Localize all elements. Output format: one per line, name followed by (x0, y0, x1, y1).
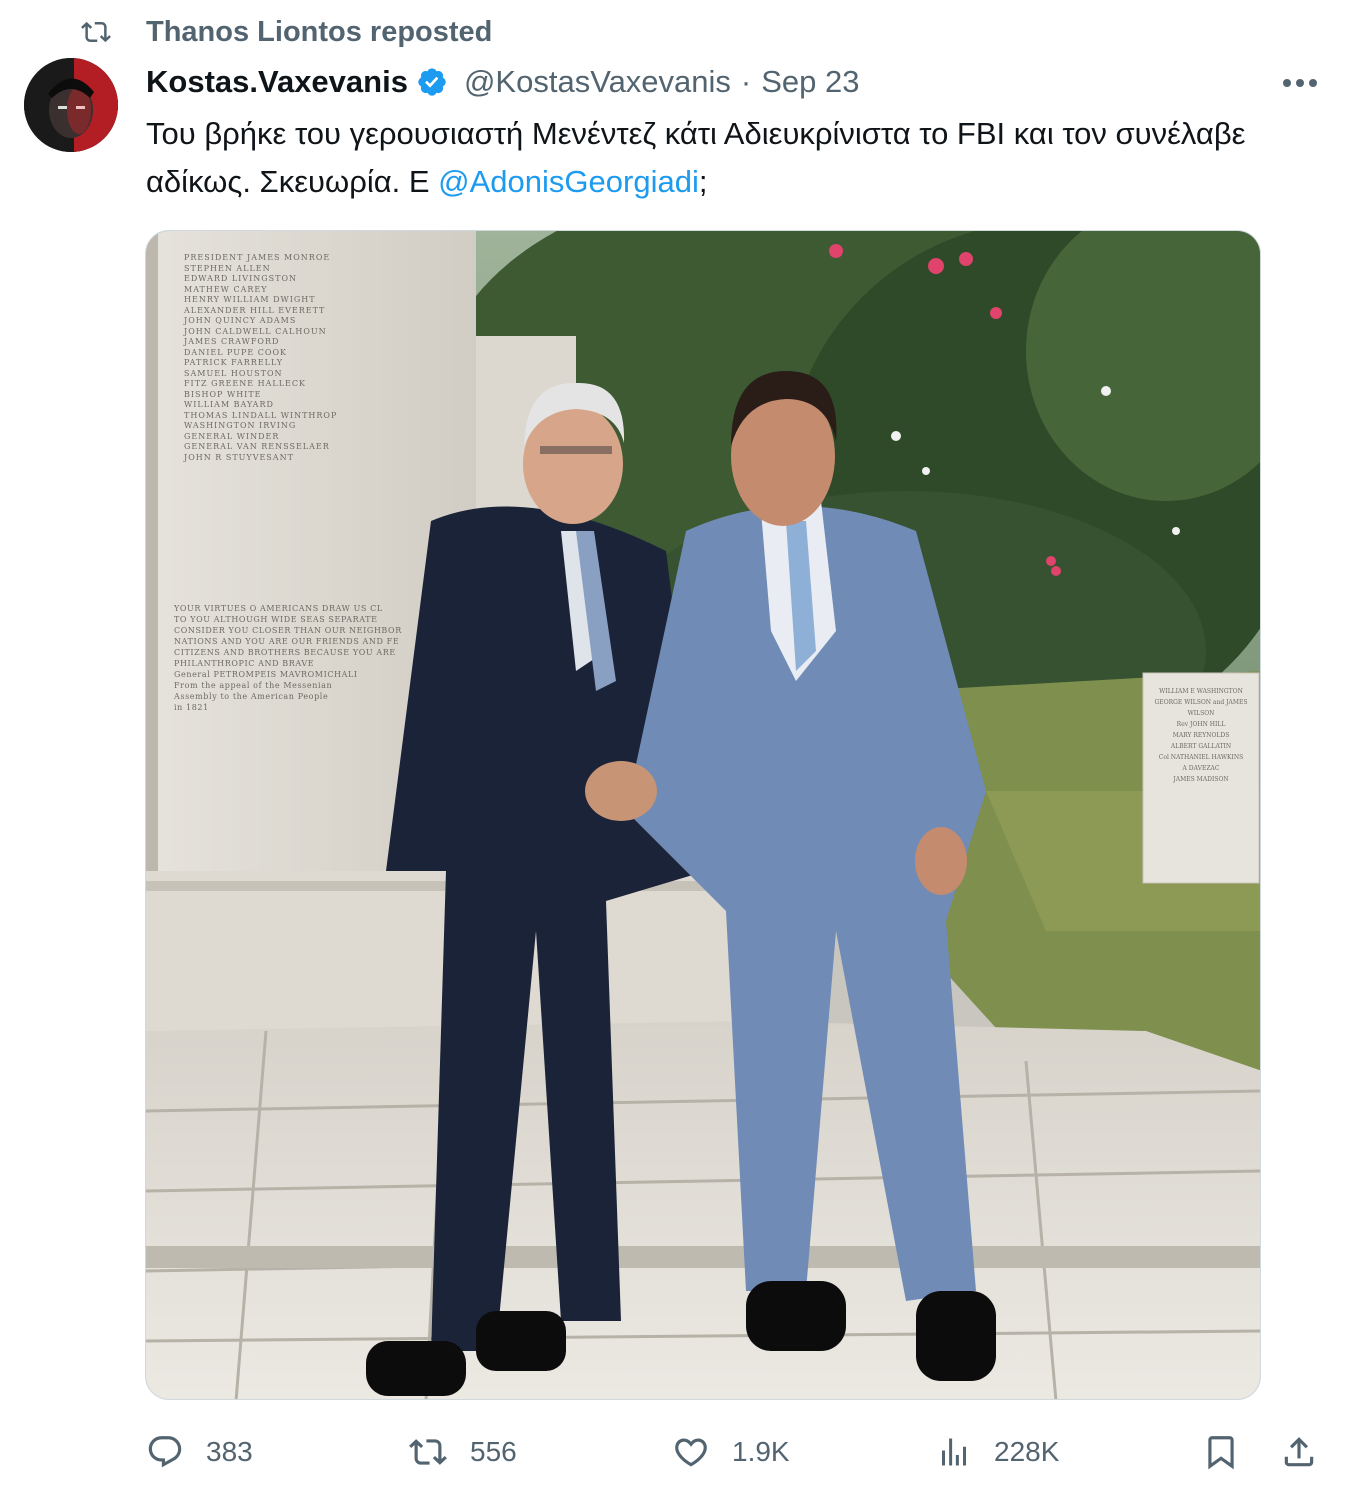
inscription-line: PRESIDENT JAMES MONROE (184, 253, 331, 262)
inscription-line: MATHEW CAREY (184, 284, 268, 294)
inscription-line: JAMES CRAWFORD (184, 337, 280, 346)
inscription-line: JOHN R STUYVESANT (184, 452, 294, 462)
small-stone-lines: WILLIAM E WASHINGTON GEORGE WILSON and JA… (1146, 686, 1256, 785)
repost-icon (78, 14, 118, 50)
inscription-line: A DAVEZAC (1182, 765, 1220, 772)
bookmark-button[interactable] (1202, 1420, 1240, 1484)
repost-icon (408, 1433, 448, 1471)
monument-names: PRESIDENT JAMES MONROE STEPHEN ALLEN EDWAR… (184, 253, 444, 463)
repost-button[interactable]: 556 (408, 1420, 517, 1484)
share-icon (1280, 1433, 1318, 1471)
inscription-line: EDWARD LIVINGSTON (184, 274, 298, 283)
repost-count: 556 (470, 1436, 517, 1467)
like-count: 1.9K (732, 1436, 790, 1467)
tweet-text: Του βρήκε του γερουσιαστή Μενέντεζ κάτι … (146, 110, 1286, 206)
mention-link[interactable]: @AdonisGeorgiadi (438, 164, 699, 199)
inscription-line: BISHOP WHITE (184, 389, 262, 399)
views-count: 228K (994, 1436, 1060, 1467)
separator-dot: · (740, 64, 752, 99)
inscription-line: WASHINGTON IRVING (184, 421, 297, 430)
inscription-line: in 1821 (174, 703, 209, 712)
inscription-line: WILLIAM BAYARD (184, 400, 274, 409)
more-options-button[interactable] (1278, 64, 1322, 104)
inscription-line: THOMAS LINDALL WINTHROP (184, 410, 338, 420)
inscription-line: STEPHEN ALLEN (184, 263, 271, 273)
views-button[interactable]: 228K (936, 1420, 1059, 1484)
more-dots-icon (1282, 75, 1318, 93)
bookmark-icon (1202, 1433, 1240, 1471)
inscription-line: TO YOU ALTHOUGH WIDE SEAS SEPARATE (174, 615, 378, 624)
inscription-line: CONSIDER YOU CLOSER THAN OUR NEIGHBOR (174, 626, 402, 635)
views-icon (936, 1433, 972, 1471)
inscription-line: Col NATHANIEL HAWKINS (1158, 754, 1244, 761)
inscription-line: From the appeal of the Messenian (174, 681, 333, 690)
inscription-line: JAMES MADISON (1173, 776, 1229, 783)
verified-badge-icon[interactable] (416, 66, 448, 98)
inscription-line: NATIONS AND YOU ARE OUR FRIENDS AND FE (174, 637, 400, 646)
monument-quote: YOUR VIRTUES O AMERICANS DRAW US CL TO YO… (174, 603, 444, 713)
tweet-actions: 383 556 1.9K 228K (0, 1420, 1360, 1484)
inscription-line: Rev JOHN HILL (1176, 721, 1226, 728)
inscription-line: SAMUEL HOUSTON (184, 368, 283, 378)
author-display-name[interactable]: Kostas.Vaxevanis (146, 64, 408, 100)
inscription-line: ALBERT GALLATIN (1170, 743, 1232, 750)
monument-quote-lines: YOUR VIRTUES O AMERICANS DRAW US CL TO YO… (174, 603, 444, 713)
monument-inscription: PRESIDENT JAMES MONROE STEPHEN ALLEN EDWAR… (184, 253, 444, 463)
small-stone-inscription: WILLIAM E WASHINGTON GEORGE WILSON and JA… (1146, 686, 1256, 785)
inscription-line: GEORGE WILSON and JAMES WILSON (1154, 699, 1248, 717)
avatar[interactable] (24, 58, 118, 152)
inscription-line: HENRY WILLIAM DWIGHT (184, 295, 316, 304)
inscription-line: FITZ GREENE HALLECK (184, 379, 306, 388)
reply-button[interactable]: 383 (146, 1420, 253, 1484)
inscription-line: PATRICK FARRELLY (184, 358, 284, 367)
inscription-line: DANIEL PUPE COOK (184, 347, 288, 357)
share-button[interactable] (1280, 1420, 1318, 1484)
tweet-photo[interactable]: PRESIDENT JAMES MONROE STEPHEN ALLEN EDWAR… (145, 230, 1261, 1400)
tweet-text-end: ; (698, 164, 708, 199)
like-button[interactable]: 1.9K (672, 1420, 790, 1484)
inscription-line: CITIZENS AND BROTHERS BECAUSE YOU ARE (174, 648, 396, 657)
tweet-date[interactable]: Sep 23 (761, 64, 859, 100)
inscription-line: YOUR VIRTUES O AMERICANS DRAW US CL (174, 604, 383, 613)
inscription-line: JOHN QUINCY ADAMS (184, 316, 297, 325)
repost-label[interactable]: Thanos Liontos reposted (146, 16, 492, 49)
inscription-line: GENERAL VAN RENSSELAER (184, 442, 330, 451)
inscription-line: ALEXANDER HILL EVERETT (184, 305, 326, 315)
tweet-header: Kostas.Vaxevanis @KostasVaxevanis · Sep … (146, 58, 860, 106)
inscription-line: General PETROMPEIS MAVROMICHALI (174, 670, 358, 679)
inscription-line: JOHN CALDWELL CALHOUN (184, 326, 327, 336)
inscription-line: PHILANTHROPIC AND BRAVE (174, 659, 315, 668)
inscription-line: MARY REYNOLDS (1172, 732, 1230, 739)
reply-icon (146, 1433, 184, 1471)
heart-icon (672, 1433, 710, 1471)
inscription-line: Assembly to the American People (174, 692, 329, 701)
reply-count: 383 (206, 1436, 253, 1467)
inscription-line: GENERAL WINDER (184, 431, 280, 441)
inscription-line: WILLIAM E WASHINGTON (1159, 688, 1243, 695)
repost-header: Thanos Liontos reposted (78, 14, 492, 50)
author-handle[interactable]: @KostasVaxevanis (464, 64, 731, 100)
